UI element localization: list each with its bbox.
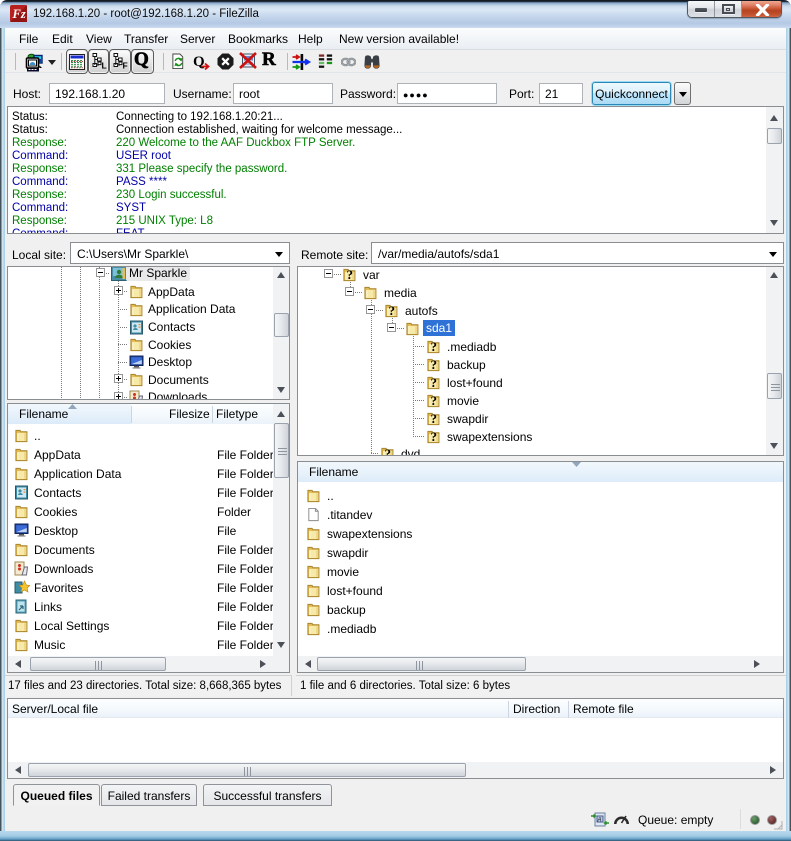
svg-text:F: F [123, 61, 128, 70]
svg-text:Q: Q [193, 54, 205, 70]
svg-text:L: L [102, 61, 107, 70]
svg-text:A: A [597, 818, 602, 824]
svg-text:Fz: Fz [12, 7, 26, 21]
